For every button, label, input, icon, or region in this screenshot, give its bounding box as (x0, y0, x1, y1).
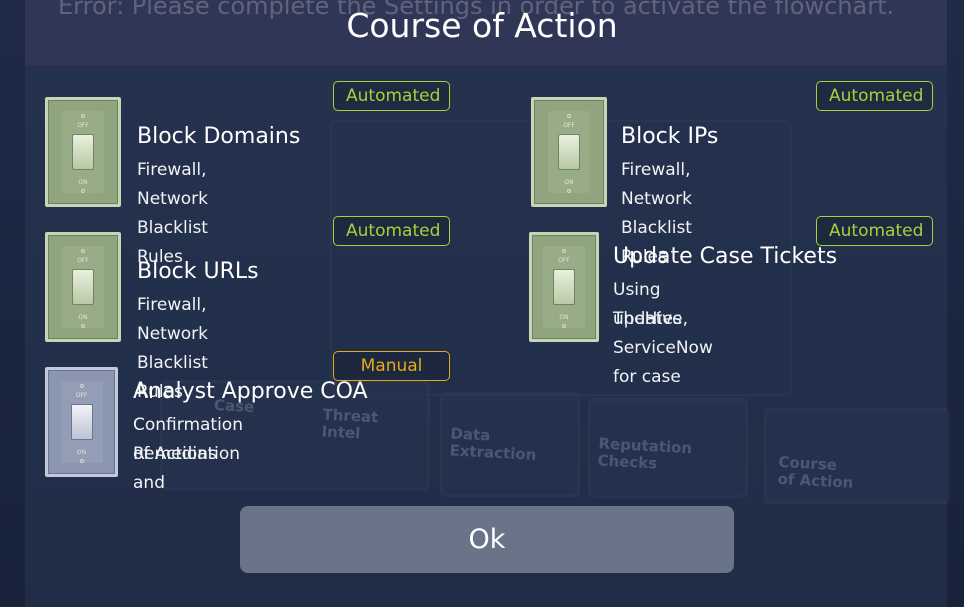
switch-off-label: OFF (563, 122, 575, 129)
switch-lever (72, 134, 94, 170)
screw-icon (81, 189, 85, 193)
switch-off-label: OFF (77, 257, 89, 264)
screw-icon (81, 324, 85, 328)
switch-on-label: ON (564, 179, 574, 186)
coa-item-name: Block URLs (137, 259, 259, 284)
screw-icon (562, 324, 566, 328)
toggle-switch[interactable]: OFF ON (529, 232, 599, 342)
coa-item-description: Firewall, Network Blacklist Rules (137, 160, 208, 267)
switch-off-label: OFF (75, 392, 88, 399)
switch-on-label: ON (76, 449, 87, 456)
mode-badge-automated: Automated (333, 81, 450, 111)
switch-on-label: ON (559, 314, 569, 321)
screw-icon (562, 249, 566, 253)
coa-item-name: Update Case Tickets (613, 244, 838, 269)
mode-badge-automated: Automated (333, 216, 450, 246)
switch-off-label: OFF (558, 257, 570, 264)
switch-on-label: ON (78, 314, 88, 321)
dialog-title: Course of Action (346, 6, 618, 45)
coa-item-name: Analyst Approve COA (133, 379, 368, 404)
coa-item-name: Block IPs (621, 124, 719, 149)
switch-lever (553, 269, 575, 305)
coa-item-description: updates (613, 309, 682, 329)
switch-lever (558, 134, 580, 170)
screw-icon (79, 384, 84, 388)
toggle-switch[interactable]: OFF ON (45, 367, 118, 477)
mode-badge-automated: Automated (816, 81, 933, 111)
toggle-switch[interactable]: OFF ON (531, 97, 607, 207)
screw-icon (567, 189, 571, 193)
switch-lever (70, 404, 93, 440)
toggle-switch[interactable]: OFF ON (45, 232, 121, 342)
screw-icon (81, 249, 85, 253)
coa-item-description: Using TheHive, ServiceNow for case (613, 280, 713, 387)
screw-icon (81, 114, 85, 118)
coa-item-name: Block Domains (137, 124, 301, 149)
coa-item-description: Remediation (133, 444, 241, 464)
screw-icon (79, 459, 84, 463)
mode-badge-manual: Manual (333, 351, 450, 381)
switch-off-label: OFF (77, 122, 89, 129)
toggle-switch[interactable]: OFF ON (45, 97, 121, 207)
screw-icon (567, 114, 571, 118)
switch-lever (72, 269, 94, 305)
switch-on-label: ON (78, 179, 88, 186)
mode-badge-automated: Automated (816, 216, 933, 246)
ok-button[interactable]: Ok (240, 506, 734, 573)
